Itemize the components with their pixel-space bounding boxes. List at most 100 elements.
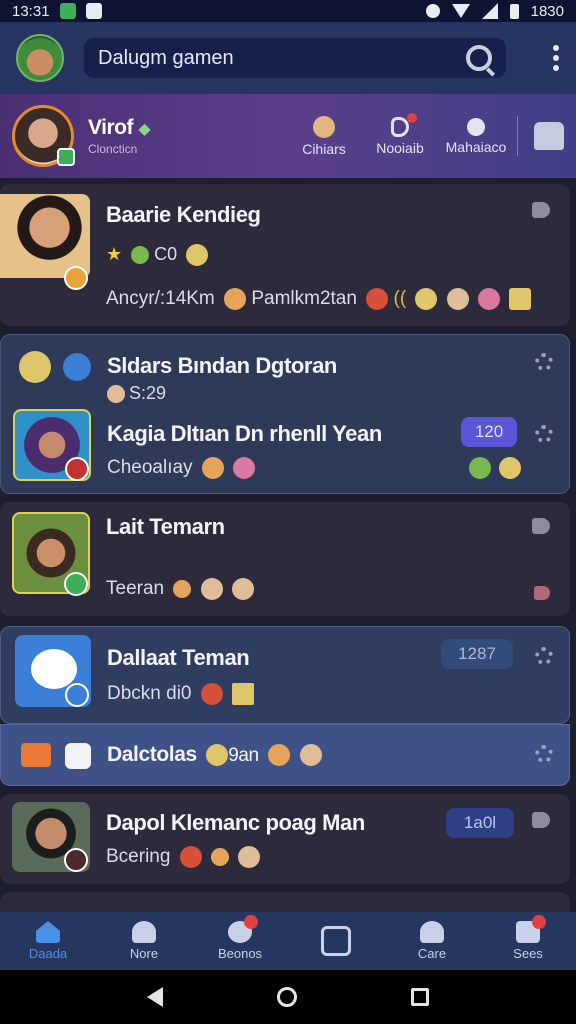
smile-icon <box>19 351 51 383</box>
nav-care[interactable]: Care <box>384 921 480 961</box>
person-icon <box>467 117 485 136</box>
preview-text: (( <box>393 288 407 310</box>
system-navigation-bar <box>0 970 576 1024</box>
stat-coins[interactable]: Cihiars <box>293 115 355 157</box>
profile-subtitle: Cloncticn <box>88 142 138 156</box>
nav-search[interactable] <box>288 926 384 956</box>
stat-messages[interactable]: Nooiaib <box>369 112 431 156</box>
recent-apps-icon[interactable] <box>411 988 429 1006</box>
online-badge <box>57 148 75 166</box>
preview-text: Pamlkm2tan <box>251 288 357 310</box>
chat-title: Dallaat Teman <box>107 645 250 670</box>
chat-item[interactable]: Sldars Bından Dgtoran S:29 Kagia Dltıan … <box>0 334 570 494</box>
chat-preview: Dbckn di0 <box>107 683 255 705</box>
search-input[interactable]: Dalugm gamen <box>98 47 466 70</box>
emoji-icon <box>478 288 500 310</box>
pin-icon[interactable] <box>532 812 550 828</box>
pin-icon[interactable] <box>532 518 550 534</box>
emoji-icon <box>233 457 256 479</box>
title-suffix: 9an <box>228 745 259 766</box>
chat-preview: Teeran <box>106 578 254 600</box>
nav-profile[interactable]: Nore <box>96 921 192 961</box>
preview-text: Teeran <box>106 578 165 600</box>
preview-text: Bcering <box>106 846 171 868</box>
settings-icon[interactable] <box>535 425 553 443</box>
emoji-icon <box>509 288 532 310</box>
back-icon[interactable] <box>147 987 163 1007</box>
alarm-icon <box>425 4 440 18</box>
emoji-icon <box>231 578 254 600</box>
mute-icon[interactable] <box>534 586 550 600</box>
search-bar[interactable]: Dalugm gamen <box>84 38 506 78</box>
emoji-icon <box>268 744 291 767</box>
store-icon[interactable] <box>534 122 564 150</box>
gem-icon: ◆ <box>138 121 151 138</box>
emoji-icon <box>200 683 223 705</box>
chat-title: Dalctolas 9an <box>107 743 322 767</box>
emoji-icon <box>446 288 469 310</box>
group-icon <box>63 353 91 381</box>
emoji-icon <box>415 288 438 310</box>
chat-preview: Ancyr/:14Km Pamlkm2tan (( <box>106 288 532 310</box>
stat-label: Cihiars <box>302 140 346 157</box>
preview-text: Ancyr/:14Km <box>106 288 215 310</box>
status-badge-icon <box>64 848 88 872</box>
chat-item[interactable]: Dallaat Teman Dbckn di0 1287 <box>0 626 570 724</box>
notification-badge <box>407 112 417 123</box>
divider <box>517 116 518 156</box>
person-icon <box>420 921 444 943</box>
battery-icon <box>509 3 519 19</box>
chat-title: Lait Temarn <box>106 514 225 539</box>
chat-item[interactable]: Dapol Klemanc poag Man Bcering 1a0l <box>0 794 570 884</box>
emoji-icon <box>299 744 322 767</box>
gift-icon <box>65 743 91 769</box>
title-text: Dalctolas <box>107 743 197 766</box>
nav-home[interactable]: Daada <box>0 921 96 961</box>
emoji-icon <box>186 244 209 267</box>
more-options-icon[interactable] <box>552 45 560 71</box>
chat-title: Kagia Dltıan Dn rhenll Yean <box>107 421 382 446</box>
online-badge-icon <box>64 572 88 596</box>
settings-icon[interactable] <box>535 745 553 763</box>
app-bar: Dalugm gamen <box>0 22 576 94</box>
status-right-text: 1830 <box>530 2 564 20</box>
chat-item[interactable]: Lait Temarn Teeran <box>0 502 570 616</box>
nav-label: Sees <box>513 946 543 961</box>
emoji-icon <box>206 744 229 767</box>
home-icon <box>36 921 60 943</box>
chat-item-partial[interactable] <box>0 892 570 912</box>
preview-text: Dbckn di0 <box>107 683 192 705</box>
settings-icon[interactable] <box>535 647 553 665</box>
notification-badge <box>244 915 258 929</box>
emoji-icon <box>499 457 521 479</box>
bottom-navigation: Daada Nore Beonos Care Sees <box>0 912 576 970</box>
emoji-icon <box>238 846 261 868</box>
profile-header: Virof ◆ Cloncticn Cihiars Nooiaib Mahaia… <box>0 94 576 178</box>
search-icon[interactable] <box>466 45 492 71</box>
mail-icon <box>21 743 51 767</box>
nav-more[interactable]: Sees <box>480 915 576 961</box>
level-badge-icon <box>64 266 88 290</box>
verified-badge-icon <box>65 683 89 707</box>
home-button-icon[interactable] <box>277 987 297 1007</box>
chat-item[interactable]: Dalctolas 9an <box>0 724 570 786</box>
signal-icon <box>481 3 498 19</box>
chat-preview: Cheoalıay <box>107 457 256 479</box>
emoji-icon <box>200 578 223 600</box>
emoji-icon <box>232 683 255 705</box>
profile-avatar[interactable] <box>12 105 75 167</box>
emoji-icon <box>201 457 224 479</box>
emoji-icon <box>173 580 192 598</box>
wifi-icon <box>451 4 470 18</box>
chat-title: Baarie Kendieg <box>106 202 261 227</box>
settings-icon[interactable] <box>535 353 553 371</box>
stat-label: Mahaiaco <box>445 138 507 155</box>
nav-chats[interactable]: Beonos <box>192 915 288 961</box>
chat-item[interactable]: Baarie Kendieg ★ C0 Ancyr/:14Km Pamlkm2t… <box>0 184 570 326</box>
stat-people[interactable]: Mahaiaco <box>445 117 507 155</box>
star-icon: ★ <box>106 244 123 264</box>
user-avatar[interactable] <box>16 34 64 82</box>
notification-icon <box>85 3 102 19</box>
emoji-icon <box>469 457 491 479</box>
pin-icon[interactable] <box>532 202 550 218</box>
